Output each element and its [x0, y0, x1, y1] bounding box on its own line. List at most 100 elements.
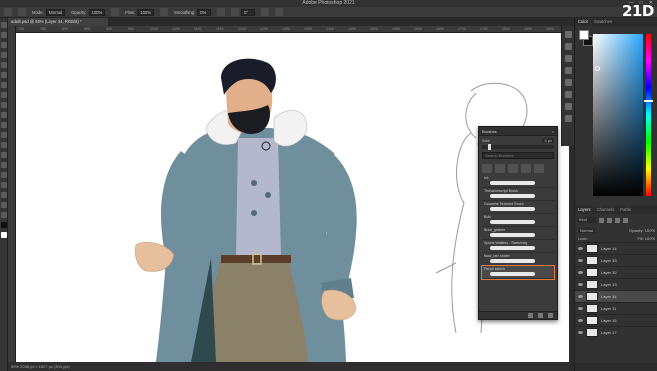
pressure-size-icon[interactable]: [261, 8, 270, 16]
healing-tool-icon[interactable]: [0, 82, 7, 88]
layer-row[interactable]: Layer 13: [575, 278, 657, 290]
hand-tool-icon[interactable]: [0, 202, 7, 208]
eye-icon[interactable]: [578, 307, 583, 310]
brush-preset-item[interactable]: Bulk: [482, 214, 554, 227]
history-brush-tool-icon[interactable]: [0, 112, 7, 118]
tab-layers[interactable]: Layers: [578, 206, 591, 214]
type-tool-icon[interactable]: [0, 172, 7, 178]
eye-icon[interactable]: [578, 283, 583, 286]
eye-icon[interactable]: [578, 295, 583, 298]
size-slider-knob[interactable]: [488, 144, 491, 150]
adjustments-panel-icon[interactable]: [564, 55, 572, 62]
gradient-tool-icon[interactable]: [0, 132, 7, 138]
pressure-opacity-icon[interactable]: [111, 8, 120, 16]
eye-icon[interactable]: [578, 259, 583, 262]
eye-icon[interactable]: [578, 331, 583, 334]
brush-settings-icon[interactable]: [564, 67, 572, 74]
tab-swatches[interactable]: Swatches: [594, 18, 612, 26]
brush-search-input[interactable]: Search Brushes: [482, 152, 554, 159]
layer-row[interactable]: Layer 32: [575, 266, 657, 278]
tab-color[interactable]: Color: [578, 18, 588, 26]
blur-tool-icon[interactable]: [0, 142, 7, 148]
new-brush-icon[interactable]: [538, 313, 543, 318]
eraser-tool-icon[interactable]: [0, 122, 7, 128]
brush-preset-item[interactable]: Sports Watkins - Sketching: [482, 240, 554, 253]
brush-preset-item[interactable]: Thesamescript Brush: [482, 188, 554, 201]
foreground-swatch[interactable]: [579, 30, 589, 40]
mode-select[interactable]: Normal: [45, 8, 66, 16]
zoom-tool-icon[interactable]: [0, 212, 7, 218]
paragraph-panel-icon[interactable]: [564, 103, 572, 110]
smoothing-field[interactable]: 0%: [197, 8, 212, 16]
hue-slider-knob[interactable]: [644, 100, 653, 102]
libraries-panel-icon[interactable]: [564, 115, 572, 122]
background-color-icon[interactable]: [0, 232, 7, 238]
shape-tool-icon[interactable]: [0, 192, 7, 198]
size-slider[interactable]: [482, 144, 554, 150]
brush-preset-item[interactable]: Brick_grainer: [482, 227, 554, 240]
quick-select-tool-icon[interactable]: [0, 52, 7, 58]
properties-panel-icon[interactable]: [564, 43, 572, 50]
smoothing-settings-icon[interactable]: [217, 8, 226, 16]
tab-paths[interactable]: Paths: [620, 206, 631, 214]
layer-row[interactable]: Layer 17: [575, 326, 657, 338]
brush-preset-item[interactable]: Pencil sketch: [481, 265, 555, 280]
eye-icon[interactable]: [578, 271, 583, 274]
dodge-tool-icon[interactable]: [0, 152, 7, 158]
recent-brush-tip[interactable]: [482, 164, 492, 173]
marquee-tool-icon[interactable]: [0, 32, 7, 38]
brush-preset-item[interactable]: Gouache Textured Brush: [482, 201, 554, 214]
hue-slider[interactable]: [646, 34, 651, 196]
brushes-panel-header[interactable]: Brushes ×: [479, 127, 557, 136]
brush-preset-icon[interactable]: [18, 8, 26, 16]
airbrush-icon[interactable]: [159, 8, 168, 16]
layer-row[interactable]: Layer 11: [575, 302, 657, 314]
recent-brush-tip[interactable]: [521, 164, 531, 173]
eye-icon[interactable]: [578, 247, 583, 250]
recent-brush-tip[interactable]: [495, 164, 505, 173]
layer-opacity-field[interactable]: Opacity: 100%: [629, 228, 655, 233]
shape-filter-icon[interactable]: [623, 217, 628, 223]
brush-tool-icon[interactable]: [4, 8, 12, 16]
pixel-filter-icon[interactable]: [599, 217, 604, 223]
move-tool-icon[interactable]: [0, 22, 7, 28]
angle-field[interactable]: 0°: [241, 8, 256, 16]
history-panel-icon[interactable]: [564, 31, 572, 38]
opacity-field[interactable]: 100%: [88, 8, 106, 16]
blend-mode-select[interactable]: Normal: [578, 227, 595, 233]
lasso-tool-icon[interactable]: [0, 42, 7, 48]
layer-kind-select[interactable]: Kind: [578, 217, 596, 223]
layer-row[interactable]: Layer 16: [575, 314, 657, 326]
layer-row[interactable]: Layer 33: [575, 254, 657, 266]
fill-field[interactable]: Fill: 100%: [637, 236, 655, 241]
document-tab[interactable]: adalli.psd @ 50% (Layer 34, RGB/8) *: [8, 18, 108, 26]
pen-tool-icon[interactable]: [0, 162, 7, 168]
type-filter-icon[interactable]: [615, 217, 620, 223]
path-select-tool-icon[interactable]: [0, 182, 7, 188]
new-group-icon[interactable]: [528, 313, 533, 318]
eye-icon[interactable]: [578, 319, 583, 322]
size-value[interactable]: 4 px: [542, 138, 554, 143]
crop-tool-icon[interactable]: [0, 62, 7, 68]
adjustment-filter-icon[interactable]: [607, 217, 612, 223]
tab-channels[interactable]: Channels: [597, 206, 615, 214]
layer-row[interactable]: Layer 14: [575, 242, 657, 254]
delete-icon[interactable]: [548, 313, 553, 318]
flow-field[interactable]: 100%: [137, 8, 154, 16]
brushes-panel-icon[interactable]: [564, 79, 572, 86]
recent-brush-tip[interactable]: [508, 164, 518, 173]
layer-row[interactable]: Layer 34: [575, 290, 657, 302]
foreground-color-icon[interactable]: [0, 222, 7, 228]
brush-tool-icon[interactable]: [0, 92, 7, 98]
color-picker-handle[interactable]: [595, 66, 600, 71]
symmetry-icon[interactable]: [275, 8, 284, 16]
stamp-tool-icon[interactable]: [0, 102, 7, 108]
color-field[interactable]: [593, 34, 643, 196]
character-panel-icon[interactable]: [564, 91, 572, 98]
close-icon[interactable]: ×: [552, 129, 554, 134]
recent-brush-tip[interactable]: [534, 164, 544, 173]
brush-preset-item[interactable]: flack_lani shatel: [482, 253, 554, 266]
eyedropper-tool-icon[interactable]: [0, 72, 7, 78]
brush-preset-item[interactable]: Ink: [482, 175, 554, 188]
ruler-tick-label: 1200: [238, 27, 246, 31]
